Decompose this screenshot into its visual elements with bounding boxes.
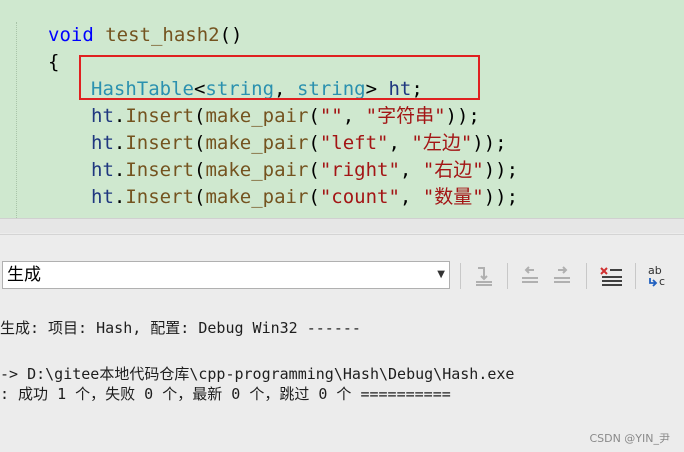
code-token: "右边" — [422, 159, 484, 181]
code-token: ( — [308, 105, 320, 127]
code-token: ( — [193, 186, 206, 208]
code-token: Insert — [125, 159, 194, 181]
code-line[interactable]: ht.Insert(make_pair("left", "左边")); — [91, 130, 507, 157]
toolbar-separator — [507, 263, 508, 289]
code-token: , — [399, 159, 423, 181]
code-line[interactable]: { — [48, 49, 59, 76]
code-token: "count" — [319, 186, 400, 208]
code-token: ( — [193, 159, 206, 181]
code-token: "left" — [319, 132, 389, 154]
code-token: . — [113, 186, 126, 208]
code-token: . — [113, 159, 126, 181]
clear-all-button[interactable] — [596, 261, 626, 291]
code-token: )); — [472, 132, 507, 154]
code-editor[interactable]: void test_hash2(){HashTable<string, stri… — [0, 0, 684, 218]
code-token: make_pair — [205, 132, 309, 154]
code-token: )); — [445, 105, 480, 127]
output-line: 生成: 项目: Hash, 配置: Debug Win32 ------ — [0, 319, 361, 337]
code-token: "左边" — [411, 132, 473, 154]
code-line[interactable]: void test_hash2() — [48, 22, 243, 49]
code-line[interactable]: ht.Insert(make_pair("right", "右边")); — [91, 157, 518, 184]
toolbar-separator — [586, 263, 587, 289]
code-token: Insert — [125, 132, 194, 154]
code-token: "" — [319, 105, 343, 127]
code-token: . — [113, 105, 126, 127]
output-line: : 成功 1 个，失败 0 个，最新 0 个，跳过 0 个 ========== — [0, 385, 451, 403]
code-token: { — [48, 51, 60, 73]
find-previous-message-icon — [476, 267, 492, 286]
code-token: void — [48, 24, 94, 46]
watermark: CSDN @YIN_尹 — [589, 432, 670, 445]
code-token: "right" — [319, 159, 400, 181]
code-token: )); — [483, 186, 519, 208]
code-token: , — [399, 186, 423, 208]
previous-message-button[interactable] — [515, 261, 545, 291]
clear-all-icon — [600, 267, 622, 286]
code-token: , — [342, 105, 366, 127]
go-to-next-message-icon — [554, 266, 570, 283]
code-line[interactable]: ht.Insert(make_pair("count", "数量")); — [91, 184, 518, 211]
code-token: ht — [91, 159, 114, 181]
toolbar-separator — [635, 263, 636, 289]
code-token: make_pair — [205, 159, 309, 181]
code-token: , — [388, 132, 412, 154]
code-token: ( — [193, 132, 206, 154]
code-token: test_hash2 — [105, 24, 220, 46]
code-token: ( — [308, 186, 320, 208]
code-token: make_pair — [205, 186, 309, 208]
svg-text:c: c — [659, 275, 665, 288]
code-token: )); — [483, 159, 519, 181]
code-token: Insert — [125, 186, 194, 208]
code-token: () — [219, 24, 243, 46]
chevron-down-icon[interactable]: ▼ — [437, 262, 445, 288]
code-token: "数量" — [422, 186, 484, 208]
code-token: ( — [308, 132, 320, 154]
toggle-word-wrap-button[interactable]: ab c — [644, 261, 674, 291]
divider — [0, 234, 684, 235]
code-token: ht — [91, 132, 114, 154]
output-source-selected: 生成 — [7, 265, 41, 285]
find-previous-message-button[interactable] — [469, 261, 499, 291]
indent-guide — [16, 22, 18, 218]
code-line[interactable]: ht.Insert(make_pair("", "字符串")); — [91, 103, 480, 130]
highlight-annotation-box — [79, 55, 480, 100]
toggle-word-wrap-icon: ab c — [648, 264, 665, 288]
toolbar-separator — [460, 263, 461, 289]
code-token: ht — [91, 186, 114, 208]
code-token: ht — [91, 105, 114, 127]
code-token: ( — [308, 159, 320, 181]
code-token: Insert — [125, 105, 194, 127]
output-source-select[interactable]: 生成 ▼ — [2, 261, 450, 289]
code-token: make_pair — [205, 105, 309, 127]
code-token: "字符串" — [365, 105, 446, 127]
code-token: ( — [193, 105, 206, 127]
output-toolbar: 生成 ▼ ab c — [0, 259, 684, 293]
code-token: . — [113, 132, 126, 154]
next-message-button[interactable] — [547, 261, 577, 291]
output-line: -> D:\gitee本地代码仓库\cpp-programming\Hash\D… — [0, 365, 515, 383]
go-to-previous-message-icon — [522, 266, 538, 283]
panel-splitter[interactable] — [0, 218, 684, 233]
